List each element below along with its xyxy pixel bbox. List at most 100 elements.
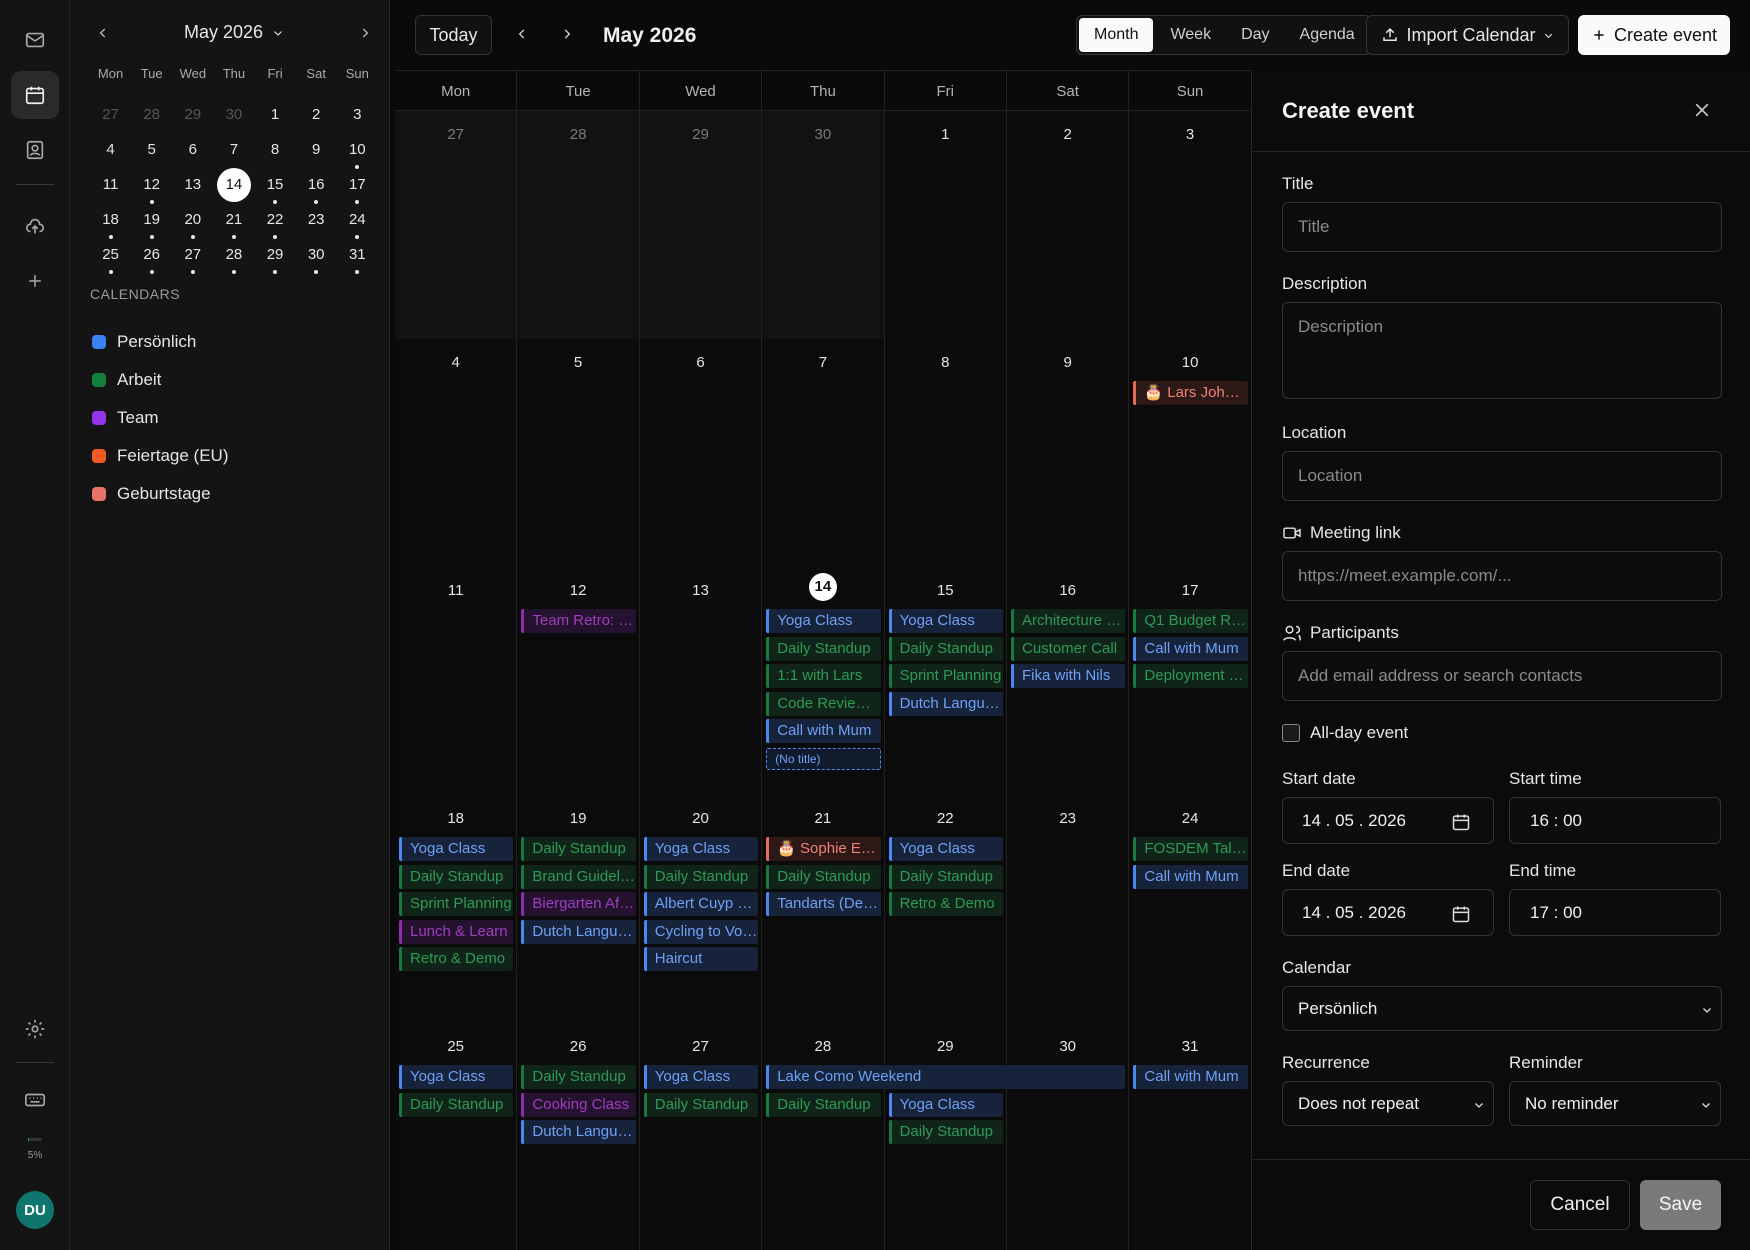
day-cell[interactable]: 24 FOSDEM Talk Prep Call with Mum (1129, 795, 1252, 1023)
all-day-checkbox[interactable] (1282, 724, 1300, 742)
mini-day[interactable]: 26 (131, 239, 172, 274)
mini-day[interactable]: 24 (337, 204, 378, 239)
mini-day[interactable]: 4 (90, 134, 131, 169)
day-cell[interactable]: 12 Team Retro: Sprint (517, 567, 640, 795)
mini-day[interactable]: 30 (213, 99, 254, 134)
day-cell[interactable]: 8 (884, 339, 1007, 567)
mini-day[interactable]: 8 (255, 134, 296, 169)
participants-input[interactable]: Add email address or search contacts (1282, 651, 1722, 701)
mini-day[interactable]: 23 (296, 204, 337, 239)
start-time-input[interactable]: 16 : 00 (1509, 797, 1721, 844)
event-chip[interactable]: Lunch & Learn (399, 919, 514, 944)
plus-icon[interactable] (11, 257, 59, 305)
mini-day[interactable]: 2 (296, 99, 337, 134)
day-cell[interactable]: 25 Yoga Class Daily Standup (395, 1023, 518, 1250)
event-chip[interactable]: Yoga Class (888, 837, 1003, 861)
mini-day[interactable]: 28 (131, 99, 172, 134)
mini-day[interactable]: 27 (172, 239, 213, 274)
event-chip[interactable]: Call with Mum (1133, 864, 1248, 889)
event-chip[interactable]: 1:1 with Lars (766, 664, 881, 688)
meeting-link-input[interactable]: https://meet.example.com/... (1282, 551, 1722, 601)
day-cell[interactable]: 31 Call with Mum (1129, 1023, 1252, 1250)
import-calendar-button[interactable]: Import Calendar (1366, 15, 1569, 55)
description-input[interactable]: Description (1282, 302, 1722, 399)
day-cell[interactable]: 18 Yoga Class Daily Standup Sprint Planning… (395, 795, 518, 1023)
event-chip[interactable]: Albert Cuyp Market (643, 892, 759, 916)
day-cell[interactable]: 27 Yoga Class Daily Standup (639, 1023, 763, 1250)
mini-day[interactable]: 29 (172, 99, 213, 134)
mini-month-select[interactable]: May 2026 (90, 22, 378, 43)
event-chip[interactable]: FOSDEM Talk Prep (1133, 837, 1248, 861)
day-cell[interactable]: 30 (1007, 1023, 1130, 1250)
day-cell[interactable]: 27 (395, 111, 518, 339)
mini-day[interactable]: 15 (255, 169, 296, 204)
mini-day[interactable]: 5 (131, 134, 172, 169)
event-chip[interactable]: Dutch Language Class (888, 691, 1003, 716)
day-cell[interactable]: 20 Yoga Class Daily Standup Albert Cuyp Mar… (639, 795, 763, 1023)
event-chip[interactable]: Dutch Language Class (521, 1120, 636, 1144)
day-cell[interactable]: 29 (639, 111, 763, 339)
event-chip[interactable]: Sprint Planning (888, 664, 1003, 688)
event-chip[interactable]: Yoga Class (888, 1092, 1003, 1117)
reminder-select[interactable]: No reminder (1509, 1081, 1721, 1126)
event-chip[interactable]: Dutch Language Class (521, 919, 636, 944)
event-chip[interactable]: Cycling to Vondelpark (643, 919, 759, 944)
event-chip[interactable]: 🎂 Sophie Evans (766, 837, 881, 861)
event-chip[interactable]: Daily Standup (521, 1065, 636, 1089)
next-month-button[interactable] (551, 18, 583, 50)
event-chip[interactable]: Daily Standup (399, 1092, 514, 1117)
event-chip[interactable]: Daily Standup (766, 1092, 881, 1117)
mini-day[interactable]: 27 (90, 99, 131, 134)
cloud-upload-icon[interactable] (11, 202, 59, 250)
mail-icon[interactable] (11, 16, 59, 64)
calendar-item[interactable]: Feiertage (EU) (92, 444, 228, 468)
mini-day[interactable]: 22 (255, 204, 296, 239)
event-chip[interactable]: Q1 Budget Review (1133, 609, 1248, 633)
prev-month-button[interactable] (506, 18, 538, 50)
calendar-item[interactable]: Geburtstage (92, 482, 211, 506)
event-chip[interactable]: Deployment Window (1133, 664, 1248, 688)
day-cell[interactable]: 26 Daily Standup Cooking Class Dutch Langua… (517, 1023, 640, 1250)
day-cell[interactable]: 30 (762, 111, 885, 339)
mini-day[interactable]: 31 (337, 239, 378, 274)
event-chip[interactable]: Yoga Class (888, 609, 1003, 633)
cancel-button[interactable]: Cancel (1530, 1180, 1630, 1230)
recurrence-select[interactable]: Does not repeat (1282, 1081, 1494, 1126)
event-chip[interactable]: Call with Mum (1133, 1065, 1248, 1089)
mini-day[interactable]: 21 (213, 204, 254, 239)
event-chip[interactable]: Team Retro: Sprint (521, 609, 636, 633)
event-chip[interactable]: Daily Standup (643, 1092, 759, 1117)
end-date-input[interactable]: 14 . 05 . 2026 (1282, 889, 1494, 936)
event-chip[interactable]: Daily Standup (888, 864, 1003, 889)
settings-icon[interactable] (11, 1005, 59, 1053)
mini-day[interactable]: 18 (90, 204, 131, 239)
event-chip[interactable]: Biergarten Afterwork (521, 892, 636, 916)
calendar-item[interactable]: Arbeit (92, 368, 161, 392)
mini-day[interactable]: 30 (296, 239, 337, 274)
event-chip[interactable]: Tandarts (Dentist) (766, 892, 881, 916)
day-cell[interactable]: 3 (1129, 111, 1252, 339)
mini-day[interactable]: 17 (337, 169, 378, 204)
event-chip[interactable]: Haircut (643, 947, 759, 971)
day-cell[interactable]: 17 Q1 Budget Review Call with Mum Deploymen… (1129, 567, 1252, 795)
event-chip[interactable]: Lake Como Weekend (766, 1065, 1126, 1089)
event-chip[interactable]: Customer Call (1011, 636, 1126, 661)
event-chip[interactable]: Brand Guidelines (521, 864, 636, 889)
day-cell[interactable]: 13 (639, 567, 763, 795)
view-agenda-tab[interactable]: Agenda (1285, 16, 1370, 54)
event-chip[interactable]: Daily Standup (766, 864, 881, 889)
event-chip[interactable]: Daily Standup (643, 864, 759, 889)
event-chip[interactable]: Daily Standup (399, 864, 514, 889)
event-chip[interactable]: Architecture Review (1011, 609, 1126, 633)
event-chip[interactable]: Cooking Class (521, 1092, 636, 1117)
day-cell[interactable]: 1 (884, 111, 1007, 339)
event-chip[interactable]: Daily Standup (521, 837, 636, 861)
event-chip[interactable]: Retro & Demo (888, 892, 1003, 916)
day-cell[interactable]: 28 (517, 111, 640, 339)
mini-day[interactable]: 25 (90, 239, 131, 274)
mini-day[interactable]: 12 (131, 169, 172, 204)
mini-day[interactable]: 19 (131, 204, 172, 239)
mini-day[interactable]: 16 (296, 169, 337, 204)
event-chip[interactable]: Daily Standup (888, 636, 1003, 661)
title-input[interactable]: Title (1282, 202, 1722, 252)
